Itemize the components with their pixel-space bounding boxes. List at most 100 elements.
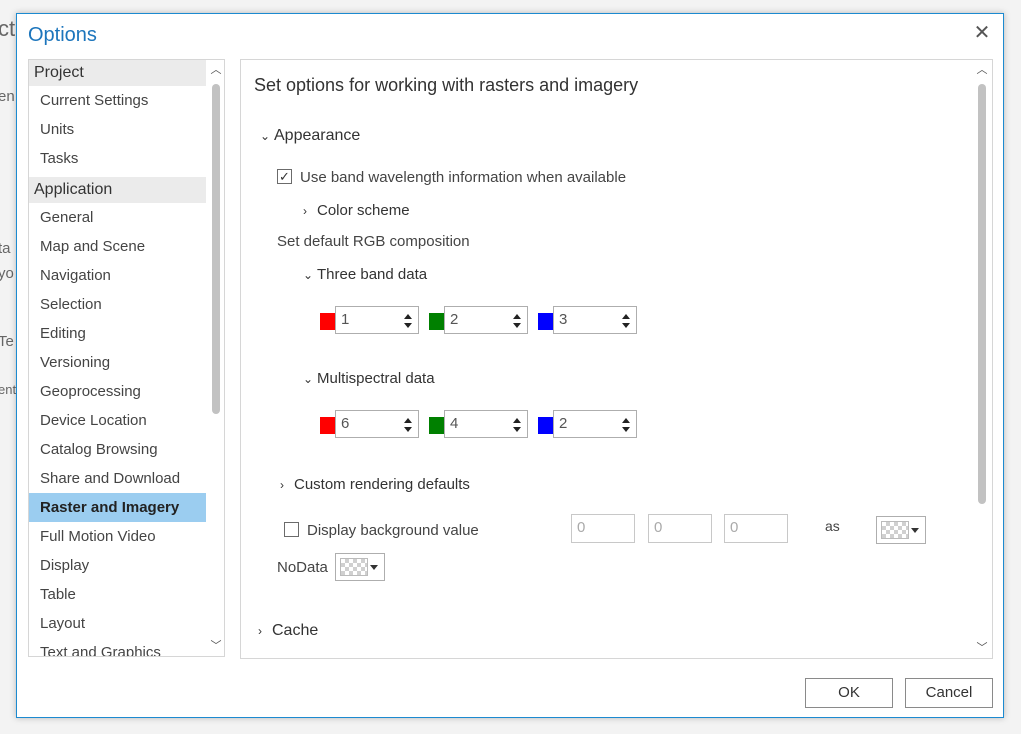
rgb-composition-label: Set default RGB composition	[277, 233, 470, 250]
chevron-right-icon: ›	[303, 204, 307, 218]
background-value-1[interactable]: 0	[571, 514, 635, 543]
sidebar-item-general[interactable]: General	[29, 203, 206, 232]
sidebar-item-editing[interactable]: Editing	[29, 319, 206, 348]
sidebar-item-catalog-browsing[interactable]: Catalog Browsing	[29, 435, 206, 464]
decrement-icon[interactable]	[513, 323, 521, 328]
multispectral-red-stepper[interactable]: 6	[335, 410, 419, 438]
sidebar-item-text-and-graphics[interactable]: Text and Graphics	[29, 638, 206, 656]
section-color-scheme-label: Color scheme	[317, 202, 410, 219]
sidebar-item-table[interactable]: Table	[29, 580, 206, 609]
three-band-red-stepper[interactable]: 1	[335, 306, 419, 334]
sidebar-item-display[interactable]: Display	[29, 551, 206, 580]
nodata-label: NoData	[277, 559, 328, 576]
increment-icon[interactable]	[513, 314, 521, 319]
close-icon[interactable]: ✕	[971, 22, 993, 44]
section-cache[interactable]: › Cache	[258, 622, 318, 640]
decrement-icon[interactable]	[404, 427, 412, 432]
background-value-2[interactable]: 0	[648, 514, 712, 543]
stepper-value: 3	[559, 311, 568, 328]
section-multispectral[interactable]: ⌄ Multispectral data	[303, 370, 435, 387]
green-swatch	[429, 417, 444, 434]
background-fragment: ent	[0, 382, 17, 397]
sidebar-scrollbar[interactable]: ︿ ﹀	[208, 60, 224, 656]
scroll-down-icon[interactable]: ﹀	[974, 640, 990, 656]
red-swatch	[320, 313, 335, 330]
stepper-value: 1	[341, 311, 350, 328]
increment-icon[interactable]	[513, 418, 521, 423]
decrement-icon[interactable]	[622, 427, 630, 432]
chevron-down-icon: ⌄	[260, 129, 271, 143]
sidebar-group-project: Project	[29, 60, 206, 86]
stepper-value: 4	[450, 415, 459, 432]
decrement-icon[interactable]	[622, 323, 630, 328]
scroll-up-icon[interactable]: ︿	[974, 62, 990, 78]
checkerboard-icon	[340, 558, 368, 576]
section-appearance[interactable]: ⌄ Appearance	[260, 127, 360, 145]
chevron-down-icon: ⌄	[303, 268, 314, 282]
three-band-green-stepper[interactable]: 2	[444, 306, 528, 334]
dialog-title: Options	[28, 24, 97, 46]
cancel-button[interactable]: Cancel	[905, 678, 993, 708]
background-color-picker[interactable]	[876, 516, 926, 544]
sidebar-item-selection[interactable]: Selection	[29, 290, 206, 319]
chevron-right-icon: ›	[258, 624, 262, 638]
panel-scrollbar[interactable]: ︿ ﹀	[974, 60, 990, 658]
sidebar-group-application: Application	[29, 177, 206, 203]
scroll-up-icon[interactable]: ︿	[208, 62, 224, 78]
three-band-blue-stepper[interactable]: 3	[553, 306, 637, 334]
background-fragment: Te	[0, 333, 14, 350]
multispectral-blue-stepper[interactable]: 2	[553, 410, 637, 438]
checkerboard-icon	[881, 521, 909, 539]
increment-icon[interactable]	[622, 314, 630, 319]
as-label: as	[825, 518, 840, 534]
increment-icon[interactable]	[622, 418, 630, 423]
scrollbar-thumb[interactable]	[978, 84, 986, 504]
use-band-wavelength-checkbox[interactable]: ✓	[277, 169, 292, 184]
background-value-3[interactable]: 0	[724, 514, 788, 543]
section-three-band-label: Three band data	[317, 266, 428, 283]
section-cache-label: Cache	[272, 622, 319, 639]
stepper-value: 6	[341, 415, 350, 432]
use-band-wavelength-label: Use band wavelength information when ava…	[300, 169, 627, 186]
display-background-label: Display background value	[307, 522, 479, 539]
sidebar-item-share-and-download[interactable]: Share and Download	[29, 464, 206, 493]
decrement-icon[interactable]	[404, 323, 412, 328]
sidebar-item-raster-and-imagery[interactable]: Raster and Imagery	[29, 493, 206, 522]
sidebar-item-navigation[interactable]: Navigation	[29, 261, 206, 290]
nodata-color-picker[interactable]	[335, 553, 385, 581]
stepper-value: 2	[559, 415, 568, 432]
scroll-down-icon[interactable]: ﹀	[208, 638, 224, 654]
dropdown-arrow-icon	[911, 528, 919, 533]
scrollbar-thumb[interactable]	[212, 84, 220, 414]
chevron-right-icon: ›	[280, 478, 284, 492]
decrement-icon[interactable]	[513, 427, 521, 432]
background-fragment: yo	[0, 265, 14, 282]
sidebar-item-full-motion-video[interactable]: Full Motion Video	[29, 522, 206, 551]
section-custom-rendering-label: Custom rendering defaults	[294, 476, 470, 493]
sidebar-item-tasks[interactable]: Tasks	[29, 144, 206, 173]
section-three-band[interactable]: ⌄ Three band data	[303, 266, 427, 283]
section-color-scheme[interactable]: › Color scheme	[303, 202, 410, 219]
sidebar-item-versioning[interactable]: Versioning	[29, 348, 206, 377]
stepper-value: 2	[450, 311, 459, 328]
sidebar-item-map-and-scene[interactable]: Map and Scene	[29, 232, 206, 261]
sidebar-item-units[interactable]: Units	[29, 115, 206, 144]
sidebar-item-device-location[interactable]: Device Location	[29, 406, 206, 435]
increment-icon[interactable]	[404, 314, 412, 319]
sidebar-item-layout[interactable]: Layout	[29, 609, 206, 638]
background-fragment: ct	[0, 16, 16, 41]
sidebar-list: Project Current Settings Units Tasks App…	[29, 60, 206, 656]
sidebar-item-geoprocessing[interactable]: Geoprocessing	[29, 377, 206, 406]
multispectral-green-stepper[interactable]: 4	[444, 410, 528, 438]
display-background-checkbox[interactable]	[284, 522, 299, 537]
options-sidebar: Project Current Settings Units Tasks App…	[28, 59, 225, 657]
ok-button[interactable]: OK	[805, 678, 893, 708]
section-custom-rendering[interactable]: › Custom rendering defaults	[280, 476, 470, 493]
blue-swatch	[538, 313, 553, 330]
red-swatch	[320, 417, 335, 434]
sidebar-item-current-settings[interactable]: Current Settings	[29, 86, 206, 115]
increment-icon[interactable]	[404, 418, 412, 423]
section-multispectral-label: Multispectral data	[317, 370, 435, 387]
background-fragment: en	[0, 88, 15, 105]
green-swatch	[429, 313, 444, 330]
